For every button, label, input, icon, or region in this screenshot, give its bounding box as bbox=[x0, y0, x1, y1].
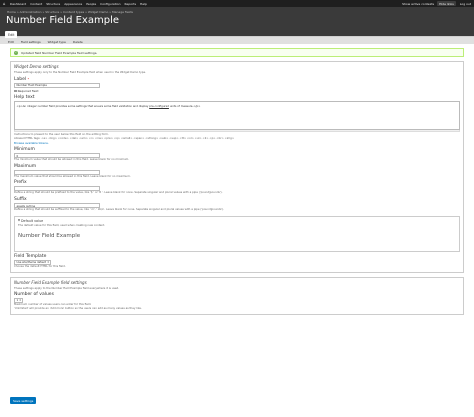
tab-delete[interactable]: Delete bbox=[70, 39, 86, 44]
field-template-title: Field Template bbox=[14, 254, 47, 260]
admin-toolbar: ⌂ Dashboard Content Structure Appearance… bbox=[0, 0, 474, 7]
page-title: Number Field Example bbox=[6, 15, 119, 26]
required-checkbox-row[interactable]: Required field bbox=[14, 89, 460, 93]
help-text-prefix: <p>An integer number field provides some… bbox=[16, 103, 150, 108]
status-message: ✓ Updated field Number Field Example fie… bbox=[10, 48, 464, 57]
tab-widget-type[interactable]: Widget type bbox=[45, 39, 69, 44]
browse-tokens-link[interactable]: Browse available tokens. bbox=[14, 141, 460, 145]
suffix-desc: Define a string that should be suffixed … bbox=[14, 207, 225, 212]
prefix-title: Prefix bbox=[14, 180, 27, 186]
home-icon[interactable]: ⌂ bbox=[3, 1, 7, 6]
field-settings-fieldset: Number Field Example field settings Thes… bbox=[10, 276, 464, 315]
toolbar-item-people[interactable]: People bbox=[86, 2, 96, 6]
default-value-desc: The default value for this field, used w… bbox=[18, 222, 106, 227]
prefix-desc: Define a string that should be prefixed … bbox=[14, 190, 223, 195]
main-content: ✓ Updated field Number Field Example fie… bbox=[10, 48, 464, 319]
number-of-values-title: Number of values bbox=[14, 292, 54, 298]
field-settings-intro: These settings apply to the Number Field… bbox=[14, 285, 120, 290]
help-text-textarea[interactable]: <p>An integer number field provides some… bbox=[14, 101, 460, 131]
maximum-desc: The maximum value that should be allowed… bbox=[14, 173, 131, 178]
widget-settings-fieldset: Widget Demo settings These settings appl… bbox=[10, 61, 464, 273]
field-settings-legend: Number Field Example field settings bbox=[14, 280, 460, 285]
primary-tabs: Edit bbox=[5, 31, 18, 38]
widget-settings-intro: These settings apply only to the Number … bbox=[14, 70, 146, 74]
toolbar-item-dashboard[interactable]: Dashboard bbox=[10, 2, 26, 6]
status-text: Updated field Number Field Example field… bbox=[21, 50, 98, 55]
default-value-fieldset: ▼ Default value The default value for th… bbox=[14, 215, 460, 253]
tab-edit[interactable]: Edit bbox=[5, 39, 17, 44]
secondary-tabs: Edit Field settings Widget type Delete bbox=[5, 39, 87, 44]
primary-tab-edit[interactable]: Edit bbox=[5, 31, 18, 38]
toolbar-item-reports[interactable]: Reports bbox=[125, 2, 137, 6]
secondary-tabs-bar: Edit Field settings Widget type Delete bbox=[0, 36, 474, 44]
required-checkbox[interactable] bbox=[14, 89, 17, 93]
default-field-label: Number Field Example bbox=[18, 233, 81, 240]
checkmark-icon: ✓ bbox=[14, 50, 18, 55]
required-marker: * bbox=[27, 76, 30, 81]
minimum-desc: The minimum value that should be allowed… bbox=[14, 157, 130, 162]
show-contexts-link[interactable]: Show active contexts bbox=[402, 2, 434, 6]
label-input[interactable]: Number Field Example bbox=[14, 82, 100, 88]
toolbar-item-appearance[interactable]: Appearance bbox=[64, 2, 82, 6]
hide-links-button[interactable]: Hide links bbox=[437, 1, 456, 6]
breadcrumb[interactable]: Home » Administration » Structure » Cont… bbox=[7, 10, 133, 14]
maximum-title: Maximum bbox=[14, 163, 37, 169]
toolbar-item-configuration[interactable]: Configuration bbox=[100, 2, 120, 6]
suffix-title: Suffix bbox=[14, 197, 27, 203]
toolbar-item-help[interactable]: Help bbox=[140, 2, 147, 6]
field-template-desc: Choose the default HTML for this field. bbox=[14, 264, 66, 269]
help-text-desc-2: Allowed HTML tags: <a> <big> <code> <del… bbox=[14, 135, 235, 140]
minimum-title: Minimum bbox=[14, 147, 35, 153]
widget-settings-legend-text: Widget Demo settings bbox=[14, 64, 59, 69]
page-header: Home » Administration » Structure » Cont… bbox=[0, 7, 474, 44]
logout-link[interactable]: Log out bbox=[460, 2, 471, 6]
tab-field-settings[interactable]: Field settings bbox=[18, 39, 44, 44]
toolbar-item-content[interactable]: Content bbox=[30, 2, 42, 6]
field-settings-legend-text: Number Field Example field settings bbox=[14, 279, 87, 285]
help-text-title: Help text bbox=[14, 95, 35, 101]
help-text-link: pre-configured bbox=[149, 103, 169, 108]
required-checkbox-label: Required field bbox=[17, 89, 39, 94]
number-of-values-desc-2: 'Unlimited' will provide an 'Add more' b… bbox=[14, 306, 142, 311]
toolbar-item-structure[interactable]: Structure bbox=[46, 2, 60, 6]
label-title: Label * bbox=[14, 77, 460, 82]
label-title-text: Label bbox=[14, 76, 27, 82]
widget-settings-legend: Widget Demo settings bbox=[14, 64, 460, 69]
collapse-triangle-icon[interactable]: ▼ bbox=[18, 219, 20, 222]
help-text-suffix: units of measure.</p> bbox=[168, 103, 201, 108]
save-settings-button[interactable]: Save settings bbox=[10, 397, 37, 404]
